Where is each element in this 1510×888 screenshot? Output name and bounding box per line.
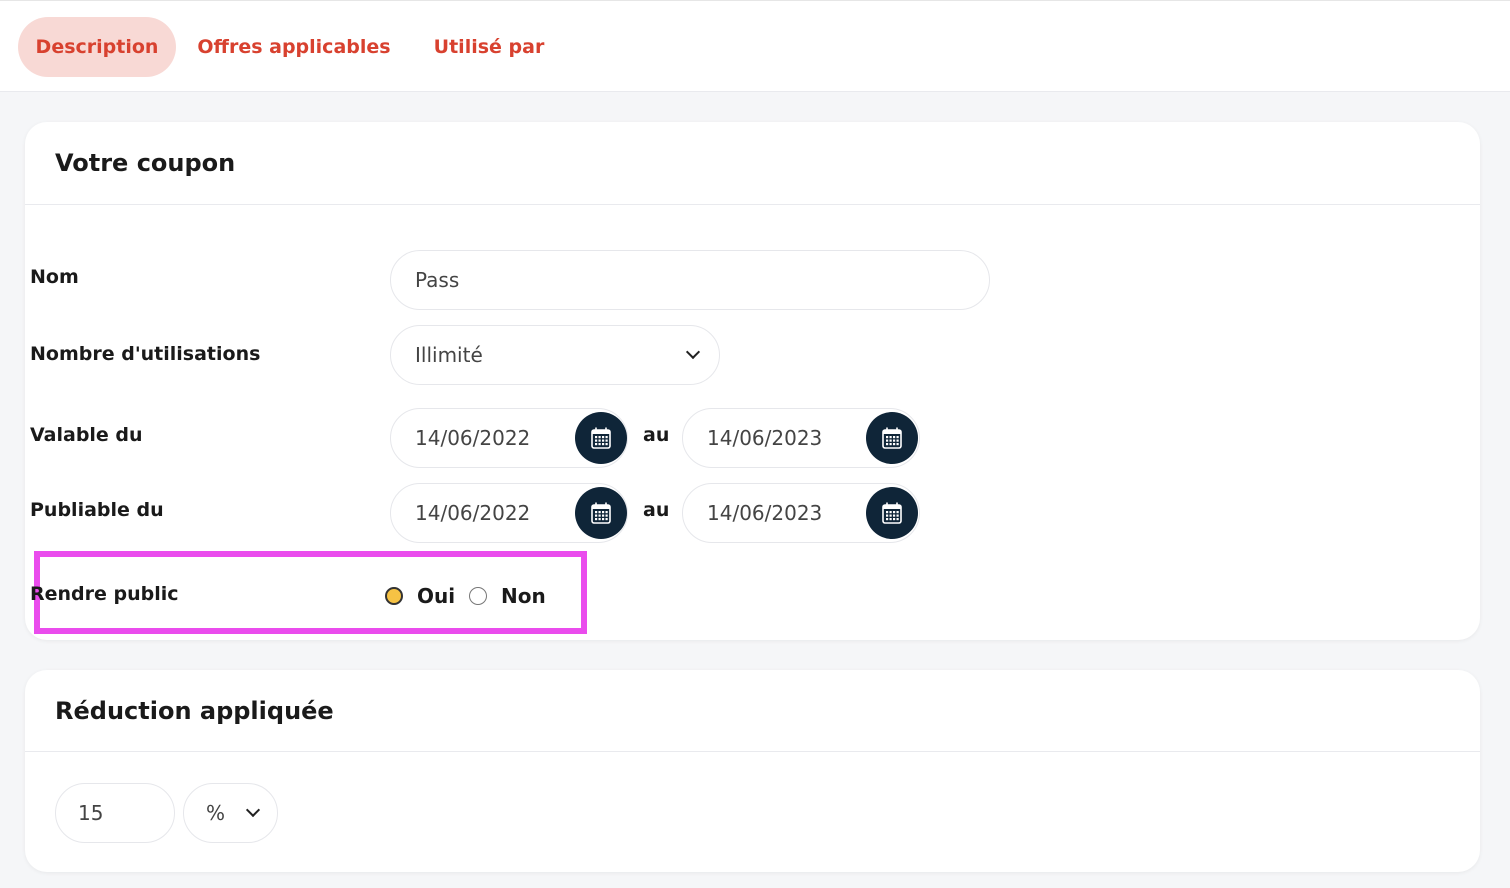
reduction-value-input[interactable]: 15	[55, 783, 175, 843]
radio-non[interactable]	[469, 587, 487, 605]
calendar-icon	[591, 427, 611, 449]
chevron-down-icon	[685, 344, 701, 360]
tab-offres-applicables[interactable]: Offres applicables	[196, 17, 392, 77]
valable-from-value: 14/06/2022	[415, 426, 531, 450]
valable-to-value: 14/06/2023	[707, 426, 823, 450]
chevron-down-icon	[245, 802, 261, 818]
valable-separator: au	[643, 424, 670, 446]
valable-to-calendar-button[interactable]	[866, 412, 918, 464]
nom-label: Nom	[30, 266, 79, 288]
valable-label: Valable du	[30, 424, 143, 446]
reduction-card-title: Réduction appliquée	[25, 670, 1480, 752]
utilisations-label: Nombre d'utilisations	[30, 343, 261, 365]
calendar-icon	[882, 502, 902, 524]
nom-input[interactable]: Pass	[390, 250, 990, 310]
tab-bar: Description Offres applicables Utilisé p…	[0, 0, 1510, 92]
calendar-icon	[591, 502, 611, 524]
publiable-to-value: 14/06/2023	[707, 501, 823, 525]
valable-from-calendar-button[interactable]	[575, 412, 627, 464]
calendar-icon	[882, 427, 902, 449]
utilisations-select[interactable]: Illimité	[390, 325, 720, 385]
reduction-value: 15	[78, 801, 104, 825]
coupon-card-title: Votre coupon	[25, 122, 1480, 205]
publiable-to-calendar-button[interactable]	[866, 487, 918, 539]
tab-utilise-par[interactable]: Utilisé par	[430, 17, 548, 77]
publiable-separator: au	[643, 499, 670, 521]
nom-input-value: Pass	[415, 268, 460, 292]
utilisations-select-value: Illimité	[415, 343, 483, 367]
radio-oui[interactable]	[385, 587, 403, 605]
publiable-from-value: 14/06/2022	[415, 501, 531, 525]
radio-non-label[interactable]: Non	[501, 584, 546, 608]
reduction-unit-value: %	[206, 801, 226, 825]
radio-oui-label[interactable]: Oui	[417, 584, 455, 608]
tab-description[interactable]: Description	[18, 17, 176, 77]
reduction-unit-select[interactable]: %	[183, 783, 278, 843]
rendre-public-label: Rendre public	[30, 583, 179, 605]
publiable-from-calendar-button[interactable]	[575, 487, 627, 539]
publiable-label: Publiable du	[30, 499, 164, 521]
